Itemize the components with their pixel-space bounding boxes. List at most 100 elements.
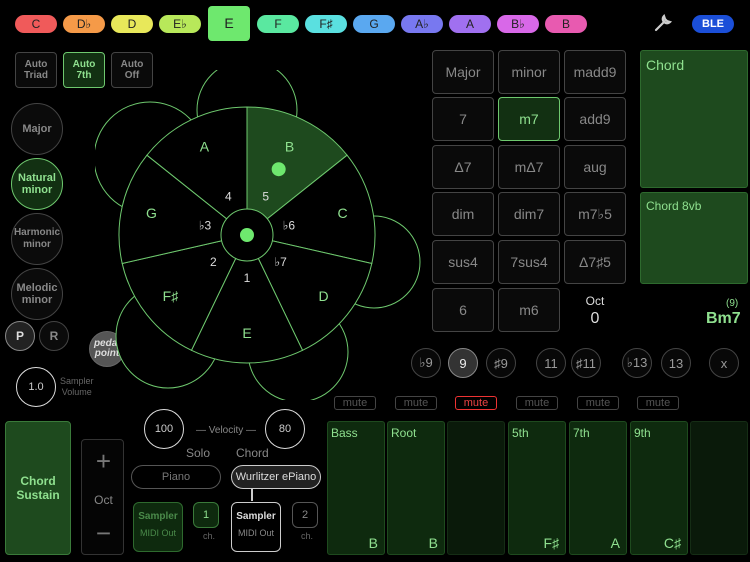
extension-button-0[interactable]: ♭9 bbox=[411, 348, 441, 378]
chord-type-button-10[interactable]: dim7 bbox=[498, 192, 560, 236]
voice-column-6[interactable] bbox=[690, 421, 748, 555]
chord-type-button-7[interactable]: mΔ7 bbox=[498, 145, 560, 189]
chord-type-button-3[interactable]: 7 bbox=[432, 97, 494, 141]
settings-icon[interactable] bbox=[652, 12, 674, 34]
octave-plus-button[interactable]: + bbox=[82, 446, 125, 477]
voice-label: Root bbox=[391, 426, 417, 440]
key-button-3[interactable]: E♭ bbox=[159, 15, 201, 33]
extension-button-3[interactable]: 11 bbox=[536, 348, 566, 378]
chord-channel[interactable]: 2 bbox=[292, 502, 318, 528]
chord-type-button-12[interactable]: sus4 bbox=[432, 240, 494, 284]
extension-button-6[interactable]: 13 bbox=[661, 348, 691, 378]
velocity-left-knob[interactable]: 100 bbox=[144, 409, 184, 449]
mute-button-4[interactable]: mute bbox=[577, 396, 619, 410]
wheel-note-4: F♯ bbox=[163, 288, 180, 304]
velocity-right-knob[interactable]: 80 bbox=[265, 409, 305, 449]
chord-type-button-5[interactable]: add9 bbox=[564, 97, 626, 141]
extension-button-4[interactable]: ♯11 bbox=[571, 348, 601, 378]
chord-type-button-2[interactable]: madd9 bbox=[564, 50, 626, 94]
chord-type-button-16[interactable]: m6 bbox=[498, 288, 560, 332]
key-button-6[interactable]: F♯ bbox=[305, 15, 347, 33]
voice-note: C♯ bbox=[663, 535, 681, 551]
mute-button-2[interactable]: mute bbox=[455, 396, 497, 410]
extension-button-2[interactable]: ♯9 bbox=[486, 348, 516, 378]
chord-type-button-4[interactable]: m7 bbox=[498, 97, 560, 141]
voice-column-0[interactable]: Bass B bbox=[327, 421, 385, 555]
ble-button[interactable]: BLE bbox=[692, 15, 734, 33]
key-button-5[interactable]: F bbox=[257, 15, 299, 33]
auto-triad-button[interactable]: Auto Triad bbox=[15, 52, 57, 88]
key-button-7[interactable]: G bbox=[353, 15, 395, 33]
key-button-4[interactable]: E bbox=[208, 6, 250, 41]
wheel-degree-4: 2 bbox=[210, 255, 217, 269]
solo-instrument-button[interactable]: Piano bbox=[131, 465, 221, 489]
voice-note: B bbox=[428, 535, 438, 551]
wheel-degree-5: ♭3 bbox=[199, 218, 212, 232]
extension-button-1[interactable]: 9 bbox=[448, 348, 478, 378]
chord-sustain-button[interactable]: Chord Sustain bbox=[5, 421, 71, 555]
key-button-9[interactable]: A bbox=[449, 15, 491, 33]
key-button-11[interactable]: B bbox=[545, 15, 587, 33]
solo-channel[interactable]: 1 bbox=[193, 502, 219, 528]
key-button-0[interactable]: C bbox=[15, 15, 57, 33]
scale-harmonic-minor-button[interactable]: Harmonic minor bbox=[11, 213, 63, 265]
scale-natural-minor-button[interactable]: Natural minor bbox=[11, 158, 63, 210]
solo-output[interactable]: Sampler MIDI Out bbox=[133, 502, 183, 552]
chord-type-button-14[interactable]: Δ7♯5 bbox=[564, 240, 626, 284]
chord-type-button-1[interactable]: minor bbox=[498, 50, 560, 94]
voice-note: F♯ bbox=[543, 535, 559, 551]
voice-note: B bbox=[368, 535, 378, 551]
p-button[interactable]: P bbox=[5, 321, 35, 351]
chord-type-button-11[interactable]: m7♭5 bbox=[564, 192, 626, 236]
chord-type-button-9[interactable]: dim bbox=[432, 192, 494, 236]
octave-minus-button[interactable]: − bbox=[82, 518, 125, 549]
chord-8vb-label: Chord 8vb bbox=[646, 199, 702, 213]
chord-type-button-0[interactable]: Major bbox=[432, 50, 494, 94]
mute-button-3[interactable]: mute bbox=[516, 396, 558, 410]
chord-type-button-13[interactable]: 7sus4 bbox=[498, 240, 560, 284]
octave-label: Oct bbox=[94, 493, 113, 507]
wheel-degree-6: 4 bbox=[225, 189, 232, 203]
wheel-degree-2: ♭7 bbox=[274, 255, 287, 269]
voice-column-4[interactable]: 7th A bbox=[569, 421, 627, 555]
chord-instrument-button[interactable]: Wurlitzer ePiano bbox=[231, 465, 321, 489]
mute-button-0[interactable]: mute bbox=[334, 396, 376, 410]
chord-type-button-15[interactable]: 6 bbox=[432, 288, 494, 332]
voice-note: A bbox=[610, 535, 620, 551]
key-button-10[interactable]: B♭ bbox=[497, 15, 539, 33]
chord-type-button-6[interactable]: Δ7 bbox=[432, 145, 494, 189]
oct-label: Oct bbox=[585, 294, 605, 308]
voice-column-1[interactable]: Root B bbox=[387, 421, 445, 555]
solo-channel-label: ch. bbox=[203, 531, 216, 541]
chord-panel[interactable]: Chord bbox=[640, 50, 748, 188]
key-button-1[interactable]: D♭ bbox=[63, 15, 105, 33]
solo-title: Solo bbox=[186, 446, 211, 460]
chord-output[interactable]: Sampler MIDI Out bbox=[231, 502, 281, 552]
scale-major-button[interactable]: Major bbox=[11, 103, 63, 155]
voice-label: 7th bbox=[573, 426, 590, 440]
mute-button-1[interactable]: mute bbox=[395, 396, 437, 410]
velocity-label: — Velocity — bbox=[196, 425, 257, 436]
key-button-8[interactable]: A♭ bbox=[401, 15, 443, 33]
r-button[interactable]: R bbox=[39, 321, 69, 351]
chord-type-button-8[interactable]: aug bbox=[564, 145, 626, 189]
voice-column-2[interactable] bbox=[447, 421, 505, 555]
key-button-2[interactable]: D bbox=[111, 15, 153, 33]
mute-button-5[interactable]: mute bbox=[637, 396, 679, 410]
extension-button-7[interactable]: x bbox=[709, 348, 739, 378]
extension-button-5[interactable]: ♭13 bbox=[622, 348, 652, 378]
solo-midi-label: MIDI Out bbox=[139, 528, 176, 538]
chord-8vb-panel[interactable]: Chord 8vb bbox=[640, 192, 748, 284]
chord-name-ext: (9) bbox=[726, 298, 739, 309]
wheel-note-0: B bbox=[285, 139, 294, 155]
sampler-volume-knob[interactable]: 1.0 bbox=[16, 367, 56, 407]
chord-name: Bm7 bbox=[706, 310, 741, 327]
voice-column-5[interactable]: 9th C♯ bbox=[630, 421, 688, 555]
scale-melodic-minor-button[interactable]: Melodic minor bbox=[11, 268, 63, 320]
chord-wheel[interactable]: B 5 C ♭6 D ♭7 E 1 F♯ 2 G ♭3 A 4 bbox=[95, 70, 425, 400]
voice-label: Bass bbox=[331, 426, 358, 440]
wheel-center-marker bbox=[240, 228, 254, 242]
wheel-note-6: A bbox=[200, 139, 210, 155]
voice-column-3[interactable]: 5th F♯ bbox=[508, 421, 566, 555]
wheel-degree-1: ♭6 bbox=[283, 218, 296, 232]
